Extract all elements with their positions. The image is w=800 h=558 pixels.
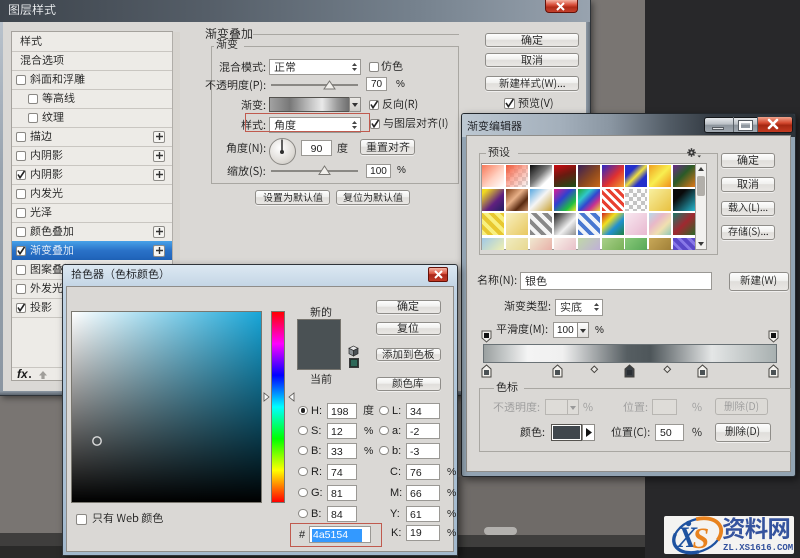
svg-text:S: S <box>693 522 710 555</box>
